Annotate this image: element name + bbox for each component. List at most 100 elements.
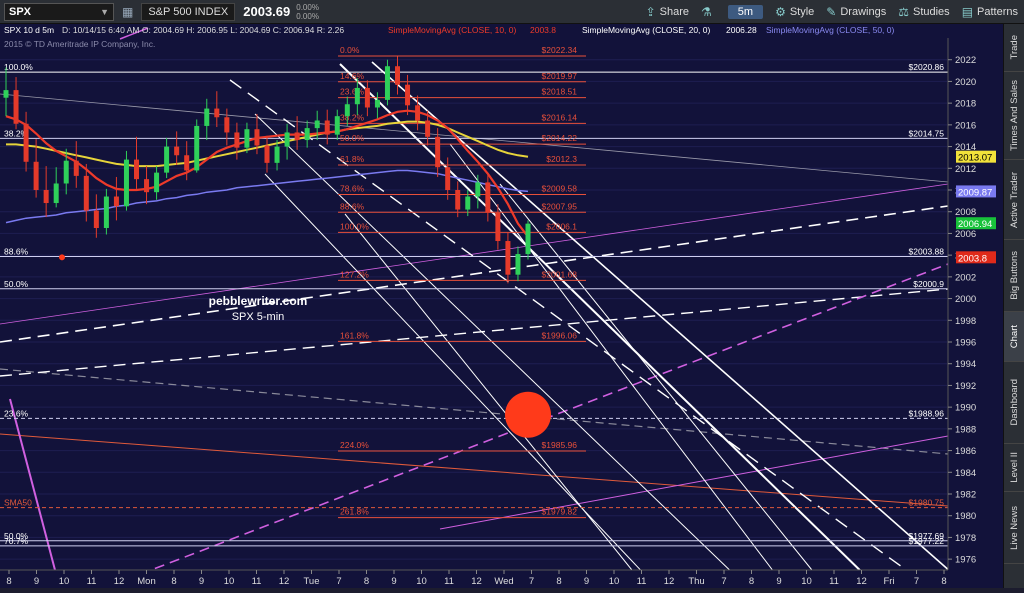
candle-body [73, 160, 79, 176]
symbol-selector[interactable]: SPX ▼ [4, 2, 114, 21]
patterns-button[interactable]: ▤ Patterns [962, 5, 1018, 19]
fib-pct: 100.0% [340, 221, 369, 231]
y-tick-label: 1978 [955, 533, 976, 544]
sidebar-tab-label: Dashboard [1009, 379, 1020, 426]
sma10-label: SimpleMovingAvg (CLOSE, 10, 0) [388, 25, 517, 35]
x-tick-label: 10 [801, 576, 812, 587]
price-tag-label: 2003.8 [958, 253, 987, 264]
fib-pct: 261.8% [340, 507, 369, 517]
drawings-button[interactable]: ✎ Drawings [826, 5, 886, 19]
candle-body [194, 125, 200, 171]
candle-body [164, 146, 170, 173]
chevron-down-icon: ▼ [100, 6, 109, 17]
right-sidebar: Trade Times And Sales Active Trader Big But… [1003, 24, 1024, 588]
candle-body [83, 175, 89, 211]
price-tag-label: 2009.87 [958, 187, 992, 198]
last-price: 2003.69 [243, 4, 291, 19]
sidebar-tab-label: Times And Sales [1009, 80, 1020, 151]
x-tick-label: 11 [637, 576, 647, 587]
sidebar-tab-level-ii[interactable]: Level II [1004, 444, 1024, 492]
x-tick-label: 11 [252, 576, 262, 587]
fib-pct: SMA50 [4, 498, 32, 508]
sidebar-tab-active-trader[interactable]: Active Trader [1004, 160, 1024, 240]
sma20-label: SimpleMovingAvg (CLOSE, 20, 0) [582, 25, 711, 35]
candle-body [63, 160, 69, 184]
candle-body [234, 132, 240, 148]
sma20-value: 2006.28 [726, 25, 757, 35]
x-tick-label: 9 [391, 576, 396, 587]
y-tick-label: 2016 [955, 120, 976, 131]
pencil-icon: ✎ [826, 5, 837, 19]
candle-body [174, 146, 180, 156]
sidebar-tab-chart[interactable]: Chart [1004, 312, 1024, 362]
gear-icon: ⚙ [775, 5, 786, 19]
drawings-label: Drawings [840, 6, 887, 18]
flask-button[interactable]: ⚗ [701, 5, 716, 19]
fib-pct: 100.0% [4, 62, 33, 72]
fib-label: $1996.06 [542, 330, 578, 340]
price-chart[interactable]: 100.0% $2020.8638.2% $2014.7588.6% $2003.88… [0, 24, 1003, 590]
fib-pct: 0.0% [340, 45, 360, 55]
change-readout: 0.00% 0.00% [296, 3, 319, 21]
candle-body [93, 210, 99, 228]
x-tick-label: 9 [199, 576, 204, 587]
watermark-caption: SPX 5-min [232, 311, 285, 323]
candle-body [144, 179, 150, 193]
sidebar-tab-dashboard[interactable]: Dashboard [1004, 362, 1024, 444]
candle-body [525, 223, 531, 255]
fib-pct: 61.8% [340, 154, 365, 164]
fib-label: $1977.22 [909, 536, 945, 546]
fib-label: $2009.58 [542, 184, 578, 194]
candle-body [425, 120, 431, 137]
candle-body [284, 132, 290, 147]
x-tick-label: 7 [336, 576, 341, 587]
sidebar-tab-label: Level II [1009, 452, 1020, 483]
chart-area[interactable]: 100.0% $2020.86 38.2% $2014.75 88.6% $2003.88… [0, 24, 1003, 590]
grid-icon[interactable]: ▦ [122, 5, 133, 19]
fib-label: $2003.88 [909, 246, 945, 256]
y-tick-label: 2000 [955, 294, 976, 305]
candle-body [364, 87, 370, 108]
candle-body [134, 159, 139, 180]
fib-label: $2022.34 [542, 45, 578, 55]
candle-body [505, 241, 511, 275]
sidebar-tab-trade[interactable]: Trade [1004, 24, 1024, 72]
sidebar-tab-big-buttons[interactable]: Big Buttons [1004, 240, 1024, 312]
sidebar-tab-times-and-sales[interactable]: Times And Sales [1004, 72, 1024, 160]
sidebar-tab-live-news[interactable]: Live News [1004, 492, 1024, 564]
x-tick-label: 12 [856, 576, 867, 587]
patterns-label: Patterns [977, 6, 1018, 18]
candle-body [374, 99, 380, 108]
y-tick-label: 1990 [955, 403, 976, 414]
x-tick-label: 8 [749, 576, 754, 587]
fib-pct: 23.6% [340, 87, 365, 97]
fib-label: $2018.51 [542, 87, 578, 97]
candle-body [254, 129, 260, 146]
share-label: Share [659, 6, 690, 18]
y-tick-label: 1992 [955, 381, 976, 392]
candle-body [334, 116, 340, 135]
app-window: SPX ▼ ▦ S&P 500 INDEX 2003.69 0.00% 0.00% … [0, 0, 1024, 590]
fib-pct: 224.0% [340, 440, 369, 450]
studies-button[interactable]: ⚖ Studies [898, 5, 949, 19]
ohlc-readout: D: 10/14/15 6:40 AM O: 2004.69 H: 2006.9… [62, 25, 344, 35]
share-button[interactable]: ⇪ Share [646, 5, 689, 19]
fib-label: $1979.82 [542, 507, 578, 517]
fib-label: $2014.22 [542, 133, 578, 143]
style-button[interactable]: ⚙ Style [775, 5, 814, 19]
candle-body [224, 117, 230, 133]
fib-pct: 50.0% [340, 133, 365, 143]
price-tag-label: 2006.94 [958, 219, 992, 230]
candle-body [33, 161, 39, 190]
fib-pct: 50.0% [4, 279, 29, 289]
studies-label: Studies [912, 6, 950, 18]
sidebar-tab-label: Trade [1009, 35, 1020, 60]
timeframe-button[interactable]: 5m [727, 5, 764, 19]
x-tick-label: 9 [584, 576, 589, 587]
x-tick-label: 7 [529, 576, 534, 587]
candle-body [495, 212, 501, 242]
y-tick-label: 2018 [955, 99, 976, 110]
fib-label: $2020.86 [909, 62, 945, 72]
x-tick-label: 9 [34, 576, 39, 587]
x-tick-label: Wed [494, 576, 513, 587]
